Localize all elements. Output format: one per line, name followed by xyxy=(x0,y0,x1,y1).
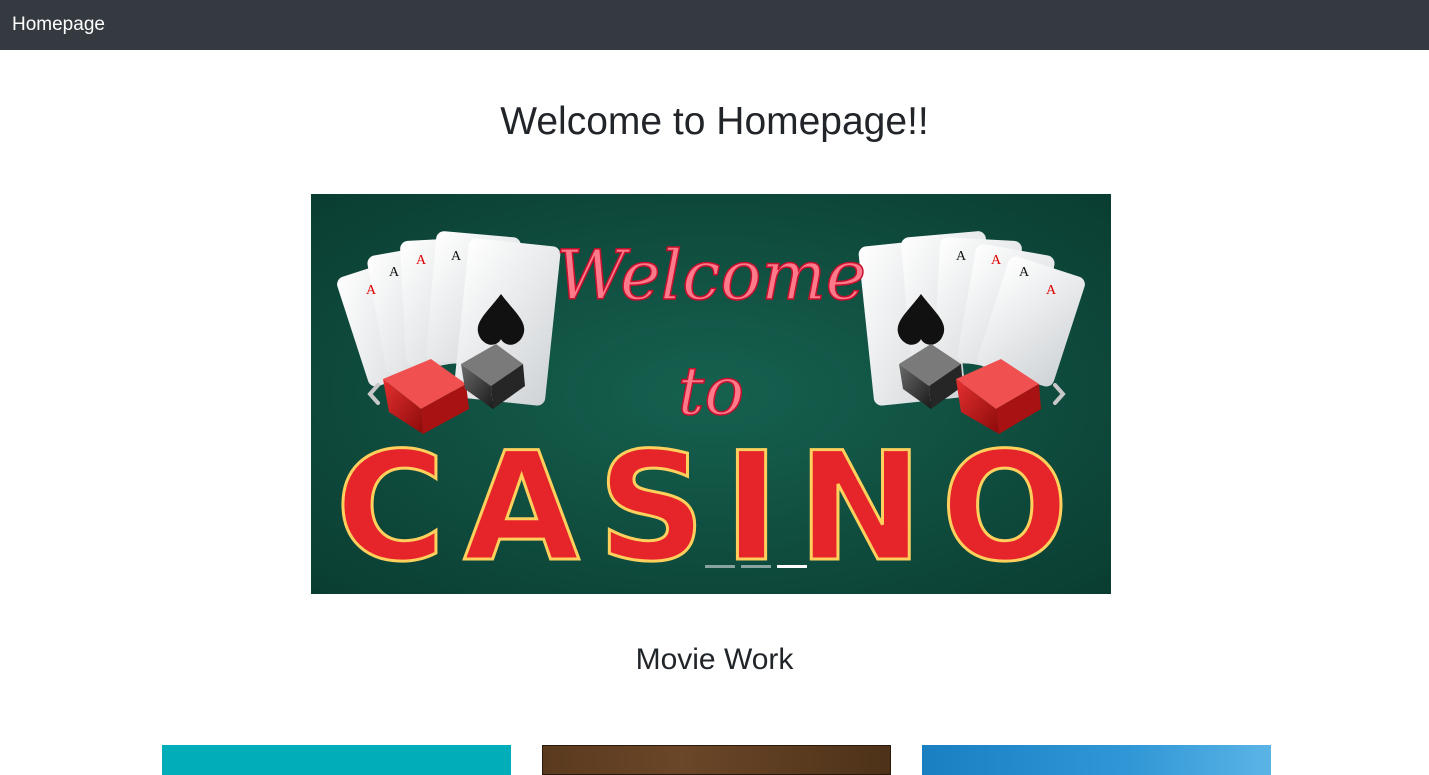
top-navbar: Homepage xyxy=(0,0,1429,50)
carousel-indicator-1[interactable] xyxy=(705,565,735,568)
carousel-next-button[interactable] xyxy=(1044,374,1074,414)
section-title-movie-work: Movie Work xyxy=(635,643,794,676)
slide-welcome-text: Welcome xyxy=(556,237,866,316)
movie-card-1-image[interactable] xyxy=(162,745,511,775)
page-title: Welcome to Homepage!! xyxy=(500,100,929,143)
slide-casino-text: CASINO xyxy=(335,421,1086,594)
svg-text:A: A xyxy=(366,283,377,298)
navbar-brand-link[interactable]: Homepage xyxy=(12,14,105,36)
svg-text:A: A xyxy=(416,253,427,268)
svg-text:A: A xyxy=(451,249,462,264)
movie-card-2-image[interactable] xyxy=(542,745,891,775)
carousel-prev-button[interactable] xyxy=(359,374,389,414)
slide-to-text: to xyxy=(678,353,744,430)
svg-text:A: A xyxy=(956,249,967,264)
carousel-indicator-2[interactable] xyxy=(741,565,771,568)
carousel-slide-image: A A A A A A A A Welcome to CASINO xyxy=(311,194,1111,594)
svg-text:A: A xyxy=(1046,283,1057,298)
chevron-right-icon xyxy=(1053,383,1066,405)
image-carousel: A A A A A A A A Welcome to CASINO xyxy=(311,194,1111,594)
movie-card-3-image[interactable] xyxy=(922,745,1271,775)
svg-text:A: A xyxy=(389,265,400,280)
svg-text:A: A xyxy=(991,253,1002,268)
carousel-indicators xyxy=(311,565,1111,568)
chevron-left-icon xyxy=(367,383,380,405)
svg-text:A: A xyxy=(1019,265,1030,280)
carousel-indicator-3[interactable] xyxy=(777,565,807,568)
